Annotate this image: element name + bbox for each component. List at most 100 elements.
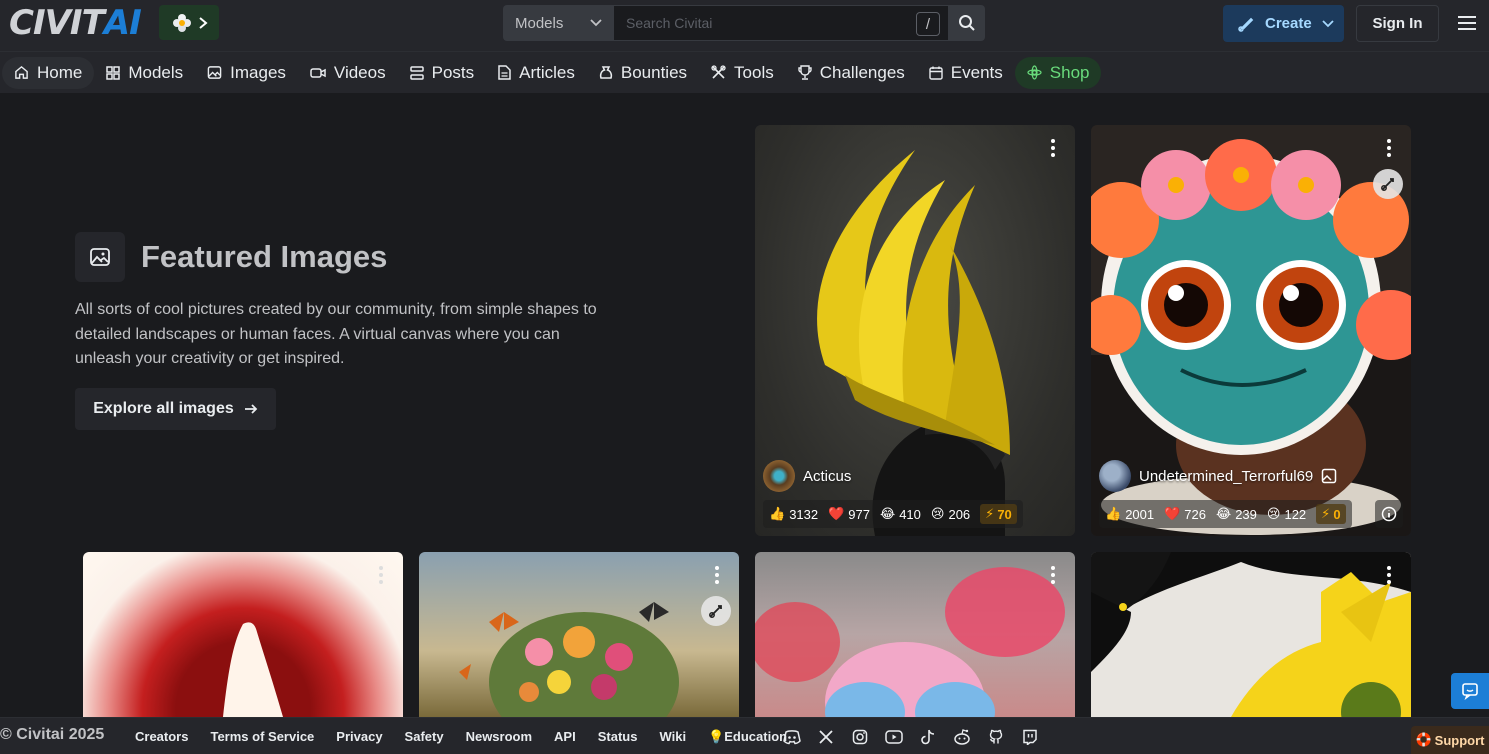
remix-button[interactable] bbox=[1373, 169, 1403, 199]
thumbs-up-icon: 👍 bbox=[1105, 506, 1122, 521]
support-button[interactable]: 🛟 Support bbox=[1411, 726, 1489, 754]
info-icon bbox=[1381, 506, 1397, 522]
featured-images-title: Featured Images bbox=[141, 239, 388, 274]
logo-text-civ: CIVIT bbox=[9, 3, 105, 43]
nav-home[interactable]: Home bbox=[2, 56, 95, 89]
image-card[interactable] bbox=[1091, 552, 1411, 717]
tiktok-icon[interactable] bbox=[917, 726, 939, 748]
reaction-cry[interactable]: 😢 206 bbox=[931, 506, 970, 522]
chat-button[interactable] bbox=[1451, 673, 1489, 709]
civitai-logo[interactable]: CIVIT AI bbox=[9, 3, 142, 43]
info-button[interactable] bbox=[1375, 500, 1403, 528]
photo-icon bbox=[1322, 468, 1337, 484]
remix-button[interactable] bbox=[701, 596, 731, 626]
footer-link-safety[interactable]: Safety bbox=[405, 729, 444, 745]
create-label: Create bbox=[1265, 15, 1312, 32]
reaction-cry[interactable]: 😢 122 bbox=[1267, 506, 1306, 522]
discord-icon[interactable] bbox=[781, 726, 803, 748]
nav-tools[interactable]: Tools bbox=[699, 57, 786, 89]
nav-shop-label: Shop bbox=[1049, 62, 1090, 82]
card-menu-button[interactable] bbox=[1043, 562, 1063, 588]
x-icon[interactable] bbox=[815, 726, 837, 748]
footer-link-privacy[interactable]: Privacy bbox=[336, 729, 382, 745]
buzz-count: 70 bbox=[997, 506, 1012, 522]
nav-videos-label: Videos bbox=[333, 62, 386, 82]
twitch-icon[interactable] bbox=[1019, 726, 1041, 748]
footer-link-newsroom[interactable]: Newsroom bbox=[466, 729, 532, 745]
lightning-icon: ⚡ bbox=[985, 506, 995, 521]
seasonal-badge-button[interactable] bbox=[159, 5, 219, 40]
card-menu-button[interactable] bbox=[707, 562, 727, 588]
instagram-icon[interactable] bbox=[849, 726, 871, 748]
reaction-laugh[interactable]: 😂 239 bbox=[1216, 506, 1257, 522]
reddit-icon[interactable] bbox=[951, 726, 973, 748]
nav-challenges-label: Challenges bbox=[819, 62, 905, 82]
heart-count: 977 bbox=[848, 506, 870, 522]
footer-link-terms[interactable]: Terms of Service bbox=[210, 729, 314, 745]
search-type-select[interactable]: Models bbox=[503, 5, 614, 41]
footer-link-api[interactable]: API bbox=[554, 729, 576, 745]
reaction-laugh[interactable]: 😂 410 bbox=[880, 506, 921, 522]
explore-all-images-button[interactable]: Explore all images bbox=[75, 388, 276, 430]
nav-home-label: Home bbox=[37, 62, 83, 82]
card-reactions: 👍 3132 ❤️ 977 😂 410 😢 206 ⚡ 70 bbox=[763, 500, 1023, 528]
buzz-count: 0 bbox=[1333, 506, 1341, 522]
menu-icon bbox=[1458, 16, 1476, 30]
card-reactions: 👍 2001 ❤️ 726 😂 239 😢 122 ⚡ 0 bbox=[1099, 500, 1352, 528]
reaction-heart[interactable]: ❤️ 977 bbox=[828, 506, 870, 522]
image-card[interactable] bbox=[755, 552, 1075, 717]
card-menu-button[interactable] bbox=[1379, 562, 1399, 588]
author-name: Acticus bbox=[803, 467, 852, 485]
footer-link-wiki[interactable]: Wiki bbox=[659, 729, 686, 745]
card-menu-button[interactable] bbox=[371, 562, 391, 588]
nav-models[interactable]: Models bbox=[94, 57, 195, 89]
nav-articles[interactable]: Articles bbox=[486, 57, 587, 89]
reaction-like[interactable]: 👍 2001 bbox=[1105, 506, 1154, 522]
buzz-tip-button[interactable]: ⚡ 0 bbox=[1316, 504, 1346, 524]
nav-posts[interactable]: Posts bbox=[398, 57, 487, 89]
photo-icon bbox=[207, 66, 222, 79]
card-author[interactable]: Undetermined_Terrorful69 bbox=[1099, 460, 1337, 492]
author-name: Undetermined_Terrorful69 bbox=[1139, 467, 1314, 485]
github-icon[interactable] bbox=[985, 726, 1007, 748]
main-nav: Home Models Images Videos Posts Articles… bbox=[0, 52, 1489, 93]
nav-challenges[interactable]: Challenges bbox=[786, 57, 917, 89]
nav-bounties[interactable]: Bounties bbox=[587, 57, 699, 89]
search-input[interactable]: Search Civitai / bbox=[614, 5, 949, 41]
reaction-heart[interactable]: ❤️ 726 bbox=[1164, 506, 1206, 522]
footer-link-creators[interactable]: Creators bbox=[135, 729, 188, 745]
image-card[interactable] bbox=[419, 552, 739, 717]
calendar-icon bbox=[929, 66, 943, 80]
search-button[interactable] bbox=[949, 5, 985, 41]
nav-images[interactable]: Images bbox=[195, 57, 298, 89]
social-links bbox=[781, 726, 1041, 748]
footer: © Civitai 2025 Creators Terms of Service… bbox=[0, 717, 1489, 754]
hamburger-menu-button[interactable] bbox=[1454, 10, 1480, 36]
buzz-tip-button[interactable]: ⚡ 70 bbox=[980, 504, 1017, 524]
shop-icon bbox=[1027, 65, 1042, 80]
youtube-icon[interactable] bbox=[883, 726, 905, 748]
card-menu-button[interactable] bbox=[1043, 135, 1063, 161]
image-card[interactable]: Undetermined_Terrorful69 👍 2001 ❤️ 726 😂 23… bbox=[1091, 125, 1411, 536]
footer-link-education[interactable]: 💡Education bbox=[708, 729, 787, 745]
image-card[interactable]: Acticus 👍 3132 ❤️ 977 😂 410 😢 206 ⚡ 70 bbox=[755, 125, 1075, 536]
chat-icon bbox=[1462, 683, 1478, 700]
search-shortcut-key: / bbox=[916, 12, 940, 36]
heart-count: 726 bbox=[1184, 506, 1206, 522]
nav-events[interactable]: Events bbox=[917, 57, 1015, 89]
laugh-icon: 😂 bbox=[880, 506, 896, 521]
card-author[interactable]: Acticus bbox=[763, 460, 851, 492]
card-menu-button[interactable] bbox=[1379, 135, 1399, 161]
image-card[interactable] bbox=[83, 552, 403, 717]
laugh-count: 410 bbox=[899, 506, 921, 522]
footer-copyright: © Civitai 2025 bbox=[0, 726, 105, 743]
nav-videos[interactable]: Videos bbox=[298, 57, 398, 89]
laugh-icon: 😂 bbox=[1216, 506, 1232, 521]
photo-icon bbox=[90, 248, 110, 266]
sign-in-button[interactable]: Sign In bbox=[1356, 5, 1439, 42]
reaction-like[interactable]: 👍 3132 bbox=[769, 506, 818, 522]
nav-shop[interactable]: Shop bbox=[1014, 56, 1102, 89]
search-icon bbox=[959, 15, 975, 31]
create-button[interactable]: Create bbox=[1223, 5, 1344, 42]
footer-link-status[interactable]: Status bbox=[598, 729, 638, 745]
